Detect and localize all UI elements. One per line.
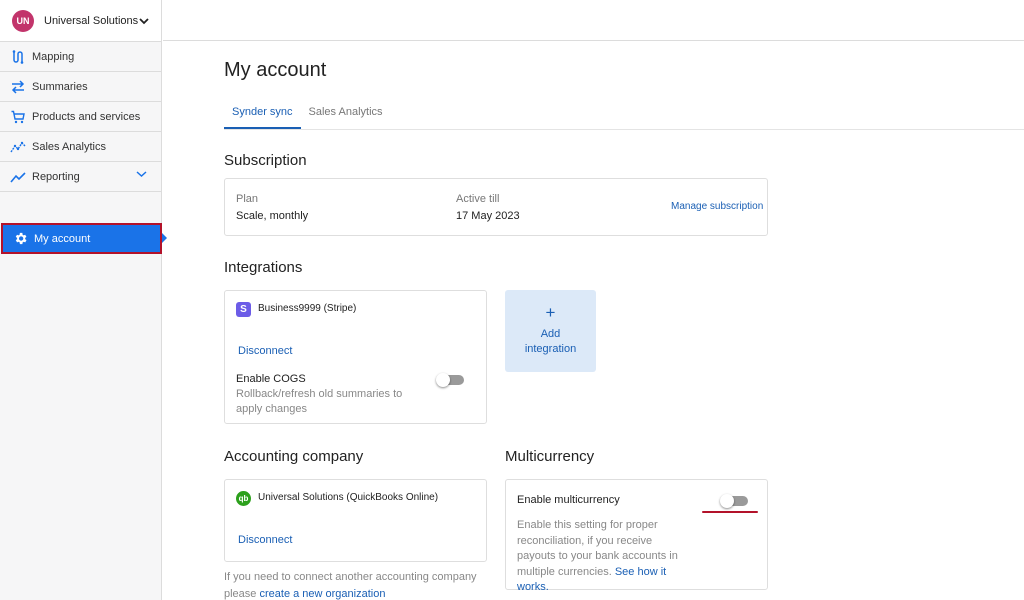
org-switcher[interactable]: UN Universal Solutions bbox=[0, 0, 161, 42]
cogs-note: Rollback/refresh old summaries to apply … bbox=[236, 388, 403, 415]
add-integration-label: Add integration bbox=[524, 328, 577, 355]
chevron-down-icon bbox=[136, 171, 147, 178]
integration-name: Business9999 (Stripe) bbox=[258, 303, 357, 314]
stripe-integration-card: S Business9999 (Stripe) Disconnect Enabl… bbox=[224, 290, 487, 424]
plan-value: Scale, monthly bbox=[236, 210, 309, 222]
stripe-icon: S bbox=[236, 302, 251, 317]
sidebar-item-label: My account bbox=[34, 232, 91, 245]
multicurrency-note: Enable this setting for proper reconcili… bbox=[517, 518, 689, 596]
tab-synder-sync[interactable]: Synder sync bbox=[224, 105, 301, 129]
sidebar-item-mapping[interactable]: Mapping bbox=[0, 42, 161, 72]
cogs-toggle[interactable] bbox=[436, 373, 464, 387]
tabs-divider bbox=[224, 129, 1024, 130]
active-indicator bbox=[162, 233, 167, 243]
org-name: Universal Solutions bbox=[44, 14, 139, 27]
integrations-title: Integrations bbox=[224, 259, 303, 276]
subscription-card: Plan Scale, monthly Active till 17 May 2… bbox=[224, 178, 768, 236]
toggle-knob bbox=[436, 373, 450, 387]
page-title: My account bbox=[224, 59, 327, 81]
main-content: My account Synder sync Sales Analytics S… bbox=[224, 41, 1024, 600]
plan-label: Plan bbox=[236, 193, 259, 205]
sidebar-item-label: Products and services bbox=[32, 110, 141, 123]
swap-arrows-icon bbox=[10, 79, 26, 95]
sidebar: UN Universal Solutions Mapping Summaries… bbox=[0, 0, 162, 600]
toggle-knob bbox=[720, 494, 734, 508]
chevron-down-icon bbox=[139, 17, 149, 24]
multicurrency-card: Enable multicurrency Enable this setting… bbox=[505, 479, 768, 593]
active-till-label: Active till bbox=[456, 193, 500, 205]
sidebar-item-products[interactable]: Products and services bbox=[0, 102, 161, 132]
sidebar-item-label: Summaries bbox=[32, 80, 88, 93]
top-bar bbox=[163, 0, 1024, 41]
tab-sales-analytics[interactable]: Sales Analytics bbox=[301, 105, 391, 129]
sidebar-item-summaries[interactable]: Summaries bbox=[0, 72, 161, 102]
sidebar-item-sales-analytics[interactable]: Sales Analytics bbox=[0, 132, 161, 162]
cogs-label: Enable COGS bbox=[236, 373, 306, 385]
analytics-icon bbox=[10, 139, 26, 155]
sidebar-item-label: Sales Analytics bbox=[32, 140, 106, 153]
accounting-company-name: Universal Solutions (QuickBooks Online) bbox=[258, 492, 439, 503]
disconnect-stripe-link[interactable]: Disconnect bbox=[238, 345, 292, 357]
accounting-card: qb Universal Solutions (QuickBooks Onlin… bbox=[224, 479, 487, 562]
multicurrency-toggle[interactable] bbox=[720, 494, 748, 508]
sidebar-item-label: Mapping bbox=[32, 50, 75, 63]
plus-icon: + bbox=[545, 303, 556, 322]
accounting-title: Accounting company bbox=[224, 448, 364, 465]
active-till-value: 17 May 2023 bbox=[456, 210, 520, 222]
sidebar-item-label: Reporting bbox=[32, 170, 80, 183]
gear-icon bbox=[12, 231, 28, 247]
create-organization-link[interactable]: create a new organization bbox=[259, 588, 385, 600]
manage-subscription-link[interactable]: Manage subscription bbox=[671, 201, 763, 212]
multicurrency-label: Enable multicurrency bbox=[517, 494, 620, 506]
cart-icon bbox=[10, 109, 26, 125]
tab-bar: Synder sync Sales Analytics bbox=[224, 105, 391, 129]
disconnect-accounting-link[interactable]: Disconnect bbox=[238, 534, 292, 546]
add-integration-button[interactable]: + Add integration bbox=[505, 290, 596, 372]
org-avatar: UN bbox=[12, 9, 34, 32]
sidebar-item-reporting[interactable]: Reporting bbox=[0, 162, 161, 192]
trend-icon bbox=[10, 169, 26, 185]
annotation-underline bbox=[702, 511, 758, 513]
quickbooks-icon: qb bbox=[236, 491, 251, 506]
sidebar-item-my-account[interactable]: My account bbox=[1, 223, 162, 254]
mapping-icon bbox=[10, 49, 26, 65]
multicurrency-title: Multicurrency bbox=[505, 448, 595, 465]
accounting-note: If you need to connect another accountin… bbox=[224, 569, 494, 600]
subscription-title: Subscription bbox=[224, 152, 307, 169]
